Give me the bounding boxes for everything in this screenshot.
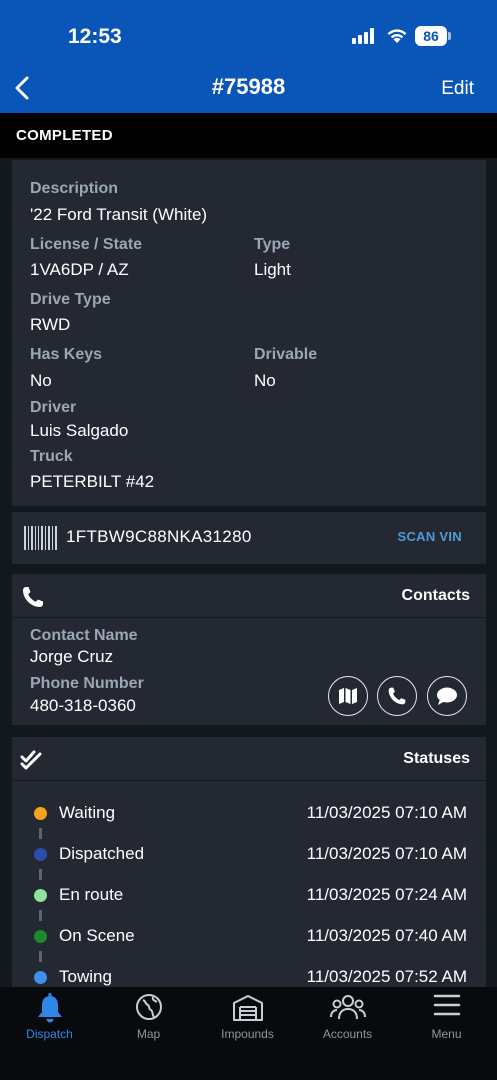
type-label: Type xyxy=(254,236,291,253)
status-bar: 12:53 86 xyxy=(0,0,497,60)
statuses-header: Statuses xyxy=(12,737,486,781)
truck-value: PETERBILT #42 xyxy=(30,472,155,491)
bell-icon xyxy=(37,993,62,1023)
status-time: 11/03/2025 07:52 AM xyxy=(306,967,467,986)
timeline-connector xyxy=(39,869,42,880)
edit-button[interactable]: Edit xyxy=(441,78,474,100)
statuses-title: Statuses xyxy=(403,750,470,767)
contacts-title: Contacts xyxy=(401,587,470,604)
drivable-label: Drivable xyxy=(254,346,318,363)
driver-label: Driver xyxy=(30,399,77,416)
contacts-header: Contacts xyxy=(12,574,486,618)
status-dot xyxy=(34,889,47,902)
drive-type-label: Drive Type xyxy=(30,291,111,308)
hamburger-icon xyxy=(433,994,460,1016)
tab-dispatch[interactable]: Dispatch xyxy=(0,987,99,1080)
phone-number-label: Phone Number xyxy=(30,675,144,692)
map-button[interactable] xyxy=(328,676,368,716)
status-name: Dispatched xyxy=(59,844,145,863)
status-row: En route 11/03/2025 07:24 AM xyxy=(12,880,486,910)
status-dot xyxy=(34,930,47,943)
garage-icon xyxy=(232,995,263,1021)
status-time: 11/03/2025 07:40 AM xyxy=(306,926,467,945)
status-name: En route xyxy=(59,885,124,904)
type-value: Light xyxy=(254,260,291,279)
status-time: 11/03/2025 07:10 AM xyxy=(306,844,467,863)
status-name: Waiting xyxy=(59,803,116,822)
truck-label: Truck xyxy=(30,448,73,465)
tab-map[interactable]: Map xyxy=(99,987,198,1080)
contact-name-value: Jorge Cruz xyxy=(30,647,114,666)
tab-label: Map xyxy=(136,1027,161,1041)
chat-bubble-icon xyxy=(437,687,457,705)
barcode-icon xyxy=(24,526,57,550)
vehicle-details-card: Description '22 Ford Transit (White) Lic… xyxy=(12,160,486,506)
battery-tip xyxy=(448,32,451,40)
drivable-value: No xyxy=(254,371,276,390)
driver-value: Luis Salgado xyxy=(30,421,129,440)
globe-icon xyxy=(135,994,162,1020)
tab-accounts[interactable]: Accounts xyxy=(298,987,397,1080)
page-title: #75988 xyxy=(211,74,286,99)
tab-impounds[interactable]: Impounds xyxy=(198,987,297,1080)
map-icon xyxy=(339,688,357,704)
call-button[interactable] xyxy=(377,676,417,716)
double-check-icon xyxy=(20,750,42,770)
timeline-connector xyxy=(39,828,42,839)
statuses-card: Statuses Waiting 11/03/2025 07:10 AM Dis… xyxy=(12,737,486,987)
status-row: On Scene 11/03/2025 07:40 AM xyxy=(12,921,486,951)
description-label: Description xyxy=(30,180,119,197)
cellular-signal-icon xyxy=(352,28,378,44)
has-keys-value: No xyxy=(30,371,52,390)
status-name: Towing xyxy=(59,967,112,986)
status-row: Waiting 11/03/2025 07:10 AM xyxy=(12,798,486,828)
message-button[interactable] xyxy=(427,676,467,716)
drive-type-value: RWD xyxy=(30,315,71,334)
status-row: Dispatched 11/03/2025 07:10 AM xyxy=(12,839,486,869)
status-dot xyxy=(34,807,47,820)
timeline-connector xyxy=(39,910,42,921)
tab-label: Impounds xyxy=(221,1027,274,1041)
tab-label: Menu xyxy=(431,1027,462,1041)
scan-vin-button[interactable]: SCAN VIN xyxy=(397,529,462,544)
battery-indicator: 86 xyxy=(415,26,447,46)
has-keys-label: Has Keys xyxy=(30,346,103,363)
job-status-banner: COMPLETED xyxy=(0,113,497,158)
contact-name-label: Contact Name xyxy=(30,627,138,644)
status-time: 11/03/2025 07:24 AM xyxy=(306,885,467,904)
bottom-tab-bar: Dispatch Map Impounds Accounts Menu xyxy=(0,987,497,1080)
status-time: 11/03/2025 07:10 AM xyxy=(306,803,467,822)
status-time: 12:53 xyxy=(68,25,122,48)
status-dot xyxy=(34,971,47,984)
license-value: 1VA6DP / AZ xyxy=(30,260,129,279)
status-name: On Scene xyxy=(59,926,135,945)
job-status-text: COMPLETED xyxy=(16,127,113,144)
timeline-connector xyxy=(39,951,42,962)
wifi-icon xyxy=(387,29,407,43)
phone-icon xyxy=(23,587,43,607)
vin-card: 1FTBW9C88NKA31280 SCAN VIN xyxy=(12,512,486,564)
phone-call-icon xyxy=(388,687,406,705)
tab-label: Accounts xyxy=(322,1027,373,1041)
phone-number-value: 480-318-0360 xyxy=(30,696,136,715)
vin-value: 1FTBW9C88NKA31280 xyxy=(66,527,252,546)
description-value: '22 Ford Transit (White) xyxy=(30,205,208,224)
people-icon xyxy=(329,995,366,1020)
tab-menu[interactable]: Menu xyxy=(397,987,496,1080)
license-label: License / State xyxy=(30,236,143,253)
status-dot xyxy=(34,848,47,861)
app-header: 12:53 86 #75988 Edit xyxy=(0,0,497,113)
contacts-card: Contacts Contact Name Jorge Cruz Phone N… xyxy=(12,574,486,725)
tab-label: Dispatch xyxy=(26,1027,73,1041)
